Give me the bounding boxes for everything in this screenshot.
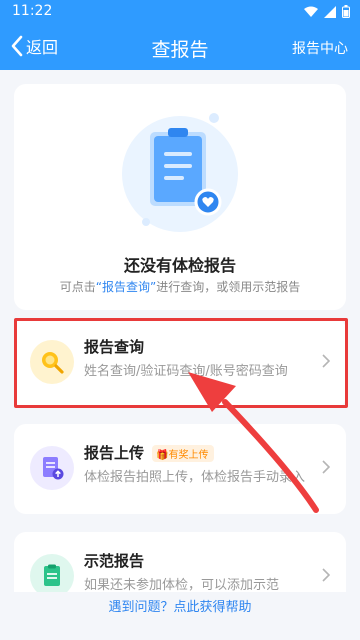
reward-badge: 🎁有奖上传 [152, 445, 215, 462]
help-link[interactable]: 遇到问题？点此获得帮助 [108, 600, 251, 615]
sample-report-title: 示范报告 [84, 552, 145, 570]
reward-badge-label: 有奖上传 [168, 450, 209, 461]
empty-description: 可点击“报告查询”进行查询，或领用示范报告 [14, 278, 346, 295]
report-query-link[interactable]: “报告查询” [96, 280, 156, 294]
report-upload-label: 报告上传 [84, 444, 145, 462]
report-upload-item[interactable]: 报告上传 🎁有奖上传 体检报告拍照上传，体检报告手动录入 [14, 424, 346, 514]
empty-illustration [14, 104, 346, 234]
chevron-right-icon [322, 568, 330, 582]
empty-title: 还没有体检报告 [123, 256, 236, 275]
upload-document-icon [43, 457, 64, 480]
desc-prefix: 可点击 [59, 280, 96, 294]
empty-report-illustration [122, 113, 238, 232]
sample-report-icon [44, 564, 60, 586]
desc-suffix: 进行查询，或领用示范报告 [156, 280, 301, 294]
highlight-box [14, 318, 348, 408]
status-icons [304, 5, 350, 18]
gift-icon: 🎁 [156, 450, 169, 461]
help-footer: 遇到问题？点此获得帮助 [0, 592, 360, 640]
report-center-link[interactable]: 报告中心 [292, 38, 348, 58]
chevron-right-icon [322, 460, 330, 474]
nav-bar: 返回 查报告 报告中心 [0, 24, 360, 70]
report-upload-subtitle: 体检报告拍照上传，体检报告手动录入 [84, 470, 306, 485]
report-upload-title: 报告上传 🎁有奖上传 [84, 442, 215, 463]
status-time: 11:22 [12, 3, 53, 19]
signal-icon [324, 5, 336, 18]
empty-state-card: 还没有体检报告 可点击“报告查询”进行查询，或领用示范报告 [14, 84, 346, 310]
report-upload-icon-wrap [30, 446, 74, 490]
status-bar: 11:22 [0, 0, 360, 24]
wifi-icon [304, 6, 318, 17]
battery-icon [342, 5, 350, 18]
